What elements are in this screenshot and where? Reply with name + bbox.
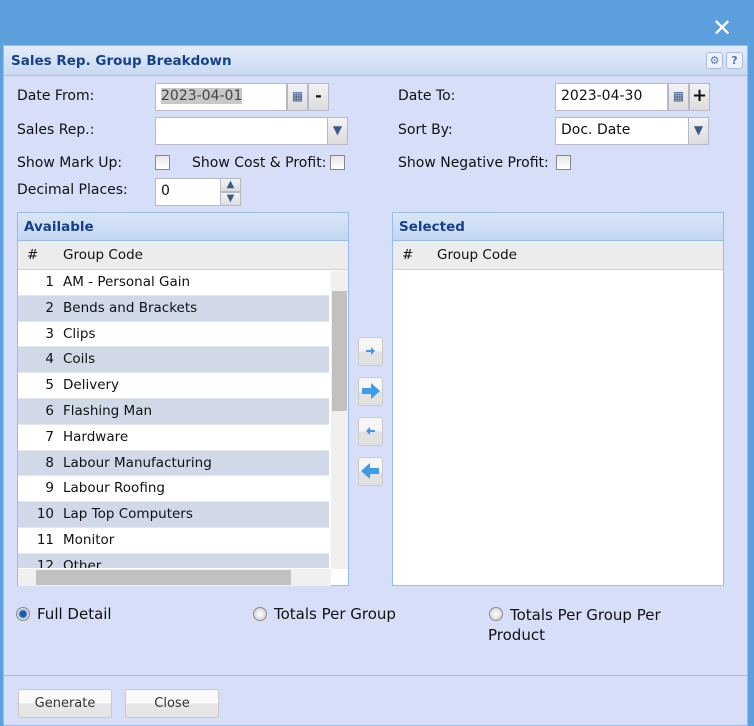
- available-grid: Available # Group Code 1 AM - Personal Ga…: [17, 212, 349, 586]
- remove-selected-button[interactable]: [358, 417, 383, 446]
- row-number: 11: [36, 532, 54, 548]
- calendar-icon[interactable]: ▦: [287, 83, 308, 111]
- show-cost-profit-checkbox[interactable]: [330, 155, 345, 170]
- column-header: # Group Code: [393, 241, 723, 270]
- chevron-down-icon[interactable]: ▼: [688, 117, 709, 145]
- selected-grid: Selected # Group Code: [392, 212, 724, 586]
- divider: [4, 675, 747, 676]
- sort-by-select[interactable]: Doc. Date: [555, 117, 689, 145]
- row-group-code: Labour Manufacturing: [63, 454, 212, 471]
- column-number: #: [402, 247, 414, 263]
- scrollbar-thumb[interactable]: [36, 570, 291, 585]
- decimal-places-input[interactable]: 0: [155, 178, 221, 206]
- totals-per-group-per-product-label: Totals Per Group Per Product: [488, 606, 661, 644]
- show-negative-profit-label: Show Negative Profit:: [398, 155, 549, 171]
- spinner-down-icon[interactable]: ▼: [220, 192, 241, 206]
- date-to-label: Date To:: [398, 88, 456, 104]
- show-cost-profit-label: Show Cost & Profit:: [192, 155, 327, 171]
- row-group-code: Other: [63, 557, 102, 568]
- row-number: 12: [36, 557, 54, 568]
- row-number: 9: [45, 480, 54, 497]
- row-group-code: Delivery: [63, 377, 120, 394]
- table-row[interactable]: 5 Delivery: [18, 373, 329, 399]
- full-detail-label: Full Detail: [37, 605, 112, 623]
- row-number: 6: [45, 403, 54, 419]
- table-row[interactable]: 6 Flashing Man: [18, 399, 329, 425]
- table-row[interactable]: 12 Other: [18, 553, 329, 568]
- close-button[interactable]: Close: [125, 689, 219, 718]
- row-number: 1: [45, 274, 54, 290]
- row-group-code: Labour Roofing: [63, 480, 165, 497]
- sales-rep-label: Sales Rep.:: [17, 122, 95, 138]
- chevron-down-icon[interactable]: ▼: [327, 117, 348, 145]
- sales-rep-select[interactable]: [155, 117, 328, 145]
- table-row[interactable]: 3 Clips: [18, 322, 329, 348]
- add-selected-button[interactable]: [358, 337, 383, 366]
- row-group-code: Bends and Brackets: [63, 299, 198, 316]
- show-mark-up-label: Show Mark Up:: [17, 155, 123, 171]
- table-row[interactable]: 11 Monitor: [18, 528, 329, 554]
- dialog-header: Sales Rep. Group Breakdown ⚙ ?: [4, 46, 747, 76]
- column-number: #: [27, 247, 39, 263]
- row-number: 7: [45, 428, 54, 445]
- date-from-value: 2023-04-01: [161, 88, 243, 104]
- column-group-code: Group Code: [63, 247, 143, 263]
- calendar-icon[interactable]: ▦: [668, 83, 689, 111]
- row-group-code: AM - Personal Gain: [63, 274, 191, 290]
- vertical-scrollbar[interactable]: [331, 271, 348, 569]
- row-group-code: Hardware: [63, 428, 129, 445]
- row-group-code: Flashing Man: [63, 403, 153, 419]
- date-from-label: Date From:: [17, 88, 95, 104]
- scrollbar-thumb[interactable]: [332, 291, 347, 411]
- date-to-input[interactable]: 2023-04-30: [555, 83, 668, 111]
- table-row[interactable]: 10 Lap Top Computers: [18, 502, 329, 528]
- row-number: 4: [45, 351, 54, 368]
- row-number: 8: [45, 454, 54, 471]
- horizontal-scrollbar[interactable]: [18, 569, 331, 586]
- table-row[interactable]: 4 Coils: [18, 347, 329, 374]
- row-group-code: Clips: [63, 325, 96, 342]
- selected-title: Selected: [393, 213, 723, 241]
- row-number: 3: [45, 325, 54, 342]
- date-from-decrement-button[interactable]: -: [308, 83, 329, 111]
- date-to-increment-button[interactable]: +: [689, 83, 710, 111]
- table-row[interactable]: 2 Bends and Brackets: [18, 295, 329, 322]
- table-row[interactable]: 8 Labour Manufacturing: [18, 450, 329, 477]
- sort-by-label: Sort By:: [398, 122, 453, 138]
- totals-per-group-label: Totals Per Group: [274, 605, 396, 623]
- dialog-title: Sales Rep. Group Breakdown: [11, 53, 232, 69]
- available-rows: 1 AM - Personal Gain 2 Bends and Brackets 3 C…: [18, 270, 348, 568]
- add-all-button[interactable]: [358, 377, 383, 406]
- help-icon[interactable]: ?: [726, 52, 743, 69]
- show-negative-profit-checkbox[interactable]: [556, 155, 571, 170]
- show-mark-up-checkbox[interactable]: [155, 155, 170, 170]
- table-row[interactable]: 7 Hardware: [18, 425, 329, 451]
- spinner-up-icon[interactable]: ▲: [220, 178, 241, 192]
- close-icon[interactable]: ✕: [712, 14, 732, 42]
- decimal-places-label: Decimal Places:: [17, 182, 128, 198]
- row-group-code: Monitor: [63, 532, 115, 548]
- totals-per-group-radio[interactable]: [253, 607, 267, 621]
- row-group-code: Coils: [63, 351, 96, 368]
- gear-icon[interactable]: ⚙: [706, 52, 723, 69]
- available-title: Available: [18, 213, 348, 241]
- row-number: 5: [45, 377, 54, 394]
- generate-button[interactable]: Generate: [18, 689, 112, 718]
- row-number: 10: [36, 506, 54, 523]
- column-group-code: Group Code: [437, 247, 517, 263]
- date-from-input[interactable]: 2023-04-01: [155, 83, 287, 111]
- column-header: # Group Code: [18, 241, 348, 270]
- row-number: 2: [45, 299, 54, 316]
- table-row[interactable]: 1 AM - Personal Gain: [18, 270, 329, 296]
- full-detail-radio[interactable]: [16, 607, 30, 621]
- dialog: Sales Rep. Group Breakdown ⚙ ? Date From…: [3, 45, 748, 726]
- remove-all-button[interactable]: [358, 457, 383, 486]
- row-group-code: Lap Top Computers: [63, 506, 193, 523]
- table-row[interactable]: 9 Labour Roofing: [18, 476, 329, 503]
